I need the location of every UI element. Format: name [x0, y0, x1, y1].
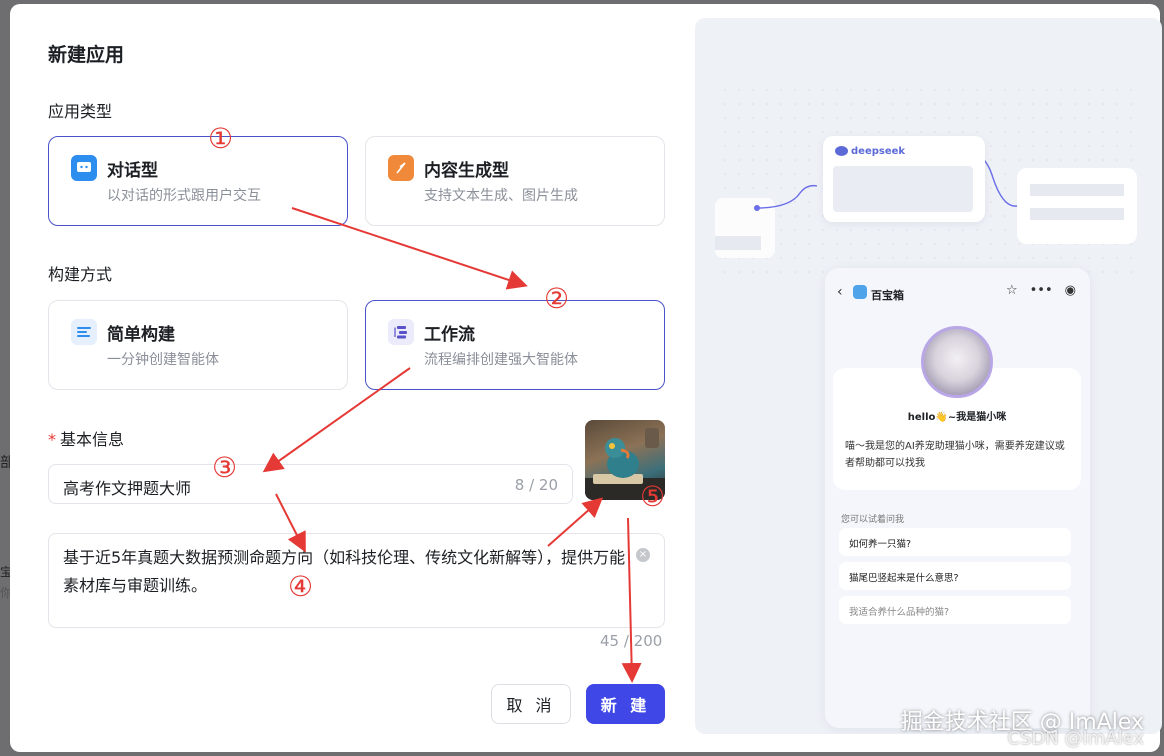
new-app-dialog: 新建应用 应用类型 对话型 以对话的形式跟用户交互 内容生成型 支持文本生成、图… [10, 4, 1162, 752]
description-count: 45 / 200 [600, 632, 663, 650]
annotation-marker-2: ② [544, 282, 570, 315]
card-title: 对话型 [107, 161, 158, 181]
app-description-value: 基于近5年真题大数据预测命题方向（如科技伦理、传统文化新解等），提供万能素材库与… [63, 548, 626, 595]
more-icon: ••• [1029, 283, 1053, 298]
feather-pen-icon [388, 155, 414, 181]
welcome-hello: hello👋~我是猫小咪 [907, 412, 1007, 423]
welcome-message: 喵～我是您的AI养宠助理猫小咪，需要养宠建议或者帮助都可以找我 [845, 441, 1065, 469]
build-mode-label: 构建方式 [48, 265, 113, 284]
app-type-chat-card[interactable]: 对话型 以对话的形式跟用户交互 [48, 136, 348, 226]
preview-app-name: 百宝箱 [871, 289, 904, 302]
workflow-icon [388, 319, 414, 345]
app-name-count: 8 / 20 [514, 476, 558, 494]
list-lines-icon [71, 319, 97, 345]
card-desc: 以对话的形式跟用户交互 [107, 188, 261, 204]
basic-info-text: 基本信息 [60, 430, 125, 449]
card-desc: 一分钟创建智能体 [107, 352, 219, 368]
suggested-question: 如何养一只猫? [839, 528, 1071, 556]
annotation-marker-5: ⑤ [640, 480, 666, 513]
app-description-textarea[interactable]: 基于近5年真题大数据预测命题方向（如科技伦理、传统文化新解等），提供万能素材库与… [48, 533, 665, 628]
suggested-question: 猫尾巴竖起来是什么意思? [839, 562, 1071, 590]
app-logo-icon [853, 285, 867, 299]
app-type-content-card[interactable]: 内容生成型 支持文本生成、图片生成 [365, 136, 665, 226]
app-name-value: 高考作文押题大师 [63, 479, 192, 498]
record-icon: ◉ [1064, 283, 1076, 298]
chat-bubble-icon [71, 155, 97, 181]
deepseek-node-label: deepseek [851, 146, 906, 157]
watermark-sub: CSDN @ImAlex [1007, 728, 1144, 749]
card-desc: 流程编排创建强大智能体 [424, 352, 578, 368]
suggested-question: 我适合养什么品种的猫? [839, 596, 1071, 624]
suggest-label: 您可以试着问我 [841, 515, 905, 525]
preview-panel: deepseek ‹ 百宝箱 ☆ ••• ◉ hello👋~我是猫小咪 喵～我是… [695, 18, 1162, 734]
chat-preview-phone: ‹ 百宝箱 ☆ ••• ◉ hello👋~我是猫小咪 喵～我是您的AI养宠助理猫… [825, 268, 1090, 728]
create-button[interactable]: 新 建 [586, 684, 665, 724]
clear-icon[interactable]: × [636, 548, 650, 562]
cancel-button[interactable]: 取 消 [491, 684, 571, 724]
card-title: 内容生成型 [424, 161, 509, 181]
build-simple-card[interactable]: 简单构建 一分钟创建智能体 [48, 300, 348, 390]
dialog-title: 新建应用 [48, 44, 125, 66]
required-mark: * [48, 430, 56, 449]
annotation-marker-3: ③ [212, 451, 238, 484]
card-title: 工作流 [424, 325, 475, 345]
app-name-input[interactable]: 高考作文押题大师 8 / 20 [48, 464, 573, 504]
cat-avatar [921, 326, 993, 398]
star-icon: ☆ [1005, 283, 1018, 298]
deepseek-node: deepseek [823, 136, 985, 222]
annotation-marker-1: ① [208, 122, 234, 155]
card-desc: 支持文本生成、图片生成 [424, 188, 578, 204]
build-workflow-card[interactable]: 工作流 流程编排创建强大智能体 [365, 300, 665, 390]
deepseek-logo-icon [835, 146, 848, 156]
basic-info-label: * 基本信息 [48, 426, 124, 450]
card-title: 简单构建 [107, 325, 175, 345]
back-chevron-icon: ‹ [837, 284, 843, 300]
app-type-label: 应用类型 [48, 102, 113, 121]
annotation-marker-4: ④ [288, 570, 314, 603]
